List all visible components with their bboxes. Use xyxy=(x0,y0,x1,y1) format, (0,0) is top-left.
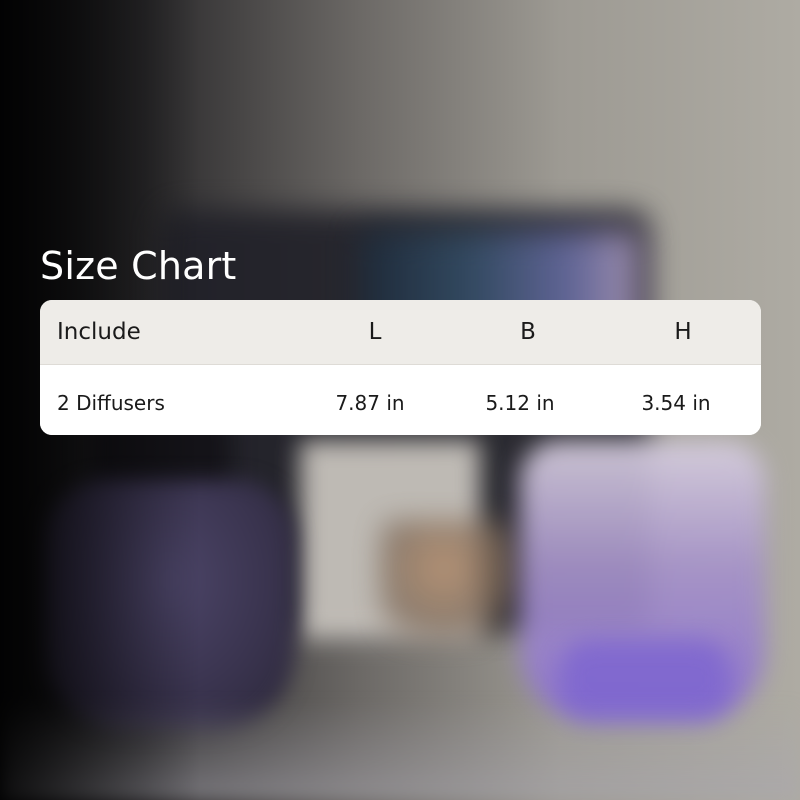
cell-include: 2 Diffusers xyxy=(57,391,165,415)
size-table: Include L B H 2 Diffusers 7.87 in 5.12 i… xyxy=(40,300,761,435)
cell-length: 7.87 in xyxy=(335,391,405,415)
cell-breadth: 5.12 in xyxy=(485,391,555,415)
header-include: Include xyxy=(57,319,141,345)
table-header-row: Include L B H xyxy=(40,300,761,365)
table-row: 2 Diffusers 7.87 in 5.12 in 3.54 in xyxy=(40,365,761,435)
header-height: H xyxy=(674,319,692,345)
page-title: Size Chart xyxy=(40,244,237,288)
cell-height: 3.54 in xyxy=(641,391,711,415)
header-breadth: B xyxy=(520,319,536,345)
blurred-flowers xyxy=(380,520,540,640)
header-length: L xyxy=(368,319,382,345)
